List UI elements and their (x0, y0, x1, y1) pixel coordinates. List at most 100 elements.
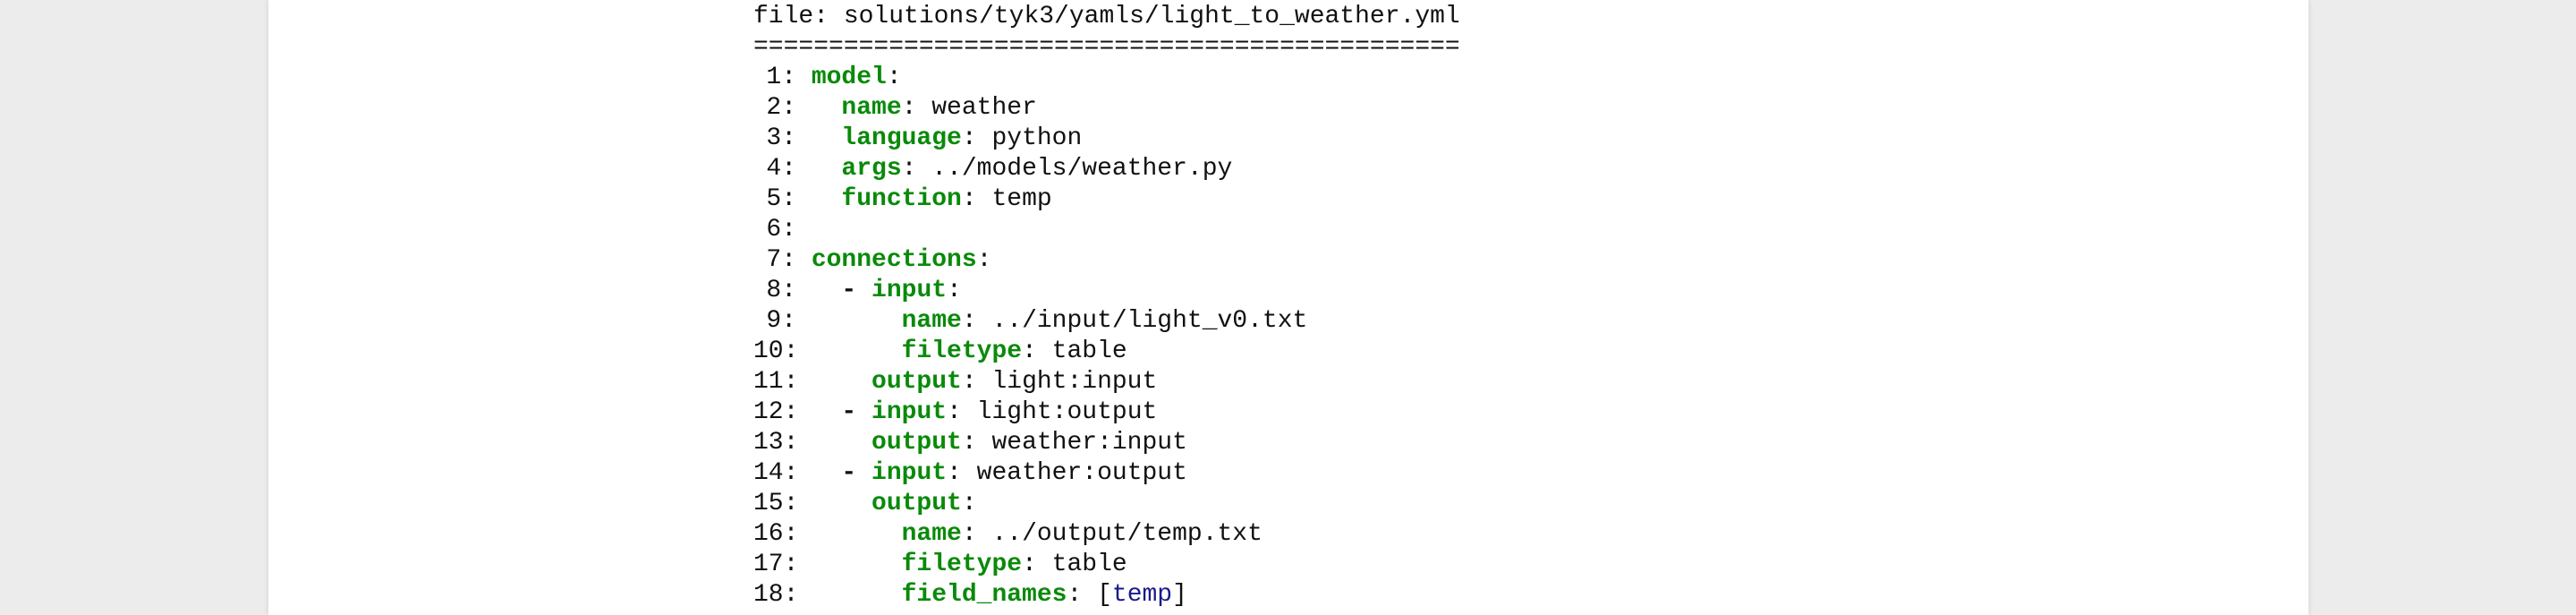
code-line: 11: output: light:input (753, 367, 1460, 397)
yaml-value: ../models/weather.py (916, 155, 1233, 183)
colon: : (947, 398, 962, 426)
line-number: 12: (753, 398, 799, 426)
colon: : (947, 459, 962, 487)
code-line: 10: filetype: table (753, 337, 1460, 367)
document-page: file: solutions/tyk3/yamls/light_to_weat… (268, 0, 2308, 615)
line-number: 10: (753, 337, 799, 365)
line-number: 15: (753, 490, 799, 517)
line-number: 7: (766, 246, 796, 274)
colon: : (961, 368, 977, 396)
yaml-key: name (901, 307, 962, 335)
line-number: 11: (753, 368, 799, 396)
code-line: 8: - input: (753, 276, 1460, 306)
code-listing: file: solutions/tyk3/yamls/light_to_weat… (753, 0, 1460, 611)
colon: : (961, 490, 977, 517)
line-number: 16: (753, 520, 799, 548)
colon: : (1022, 551, 1037, 578)
yaml-key: filetype (901, 337, 1023, 365)
code-line: 15: output: (753, 489, 1460, 519)
yaml-value: weather:output (961, 459, 1187, 487)
colon: : (1022, 337, 1037, 365)
yaml-key: input (871, 398, 948, 426)
separator-line: ========================================… (753, 33, 1460, 61)
yaml-key: field_names (901, 581, 1067, 609)
yaml-value: python (976, 124, 1083, 152)
code-line: 12: - input: light:output (753, 397, 1460, 428)
colon: : (886, 64, 902, 91)
code-lines: 1: model: 2: name: weather 3: language: py… (753, 63, 1460, 611)
line-number: 14: (753, 459, 799, 487)
yaml-key: name (841, 94, 902, 122)
yaml-key: input (871, 459, 948, 487)
yaml-key: filetype (901, 551, 1023, 578)
colon: : (976, 246, 992, 274)
yaml-key: name (901, 520, 962, 548)
list-value: temp (1111, 581, 1173, 609)
colon: : (901, 94, 917, 122)
line-number: 4: (766, 155, 796, 183)
yaml-value: ../input/light_v0.txt (976, 307, 1308, 335)
code-line: 9: name: ../input/light_v0.txt (753, 306, 1460, 337)
yaml-value: table (1036, 337, 1127, 365)
yaml-value: weather:input (976, 429, 1187, 457)
colon: : (1067, 581, 1083, 609)
colon: : (961, 124, 977, 152)
yaml-value: weather (916, 94, 1037, 122)
colon: : (947, 277, 962, 304)
line-number: 9: (766, 307, 796, 335)
yaml-key: output (871, 368, 962, 396)
line-number: 3: (766, 124, 796, 152)
yaml-key: language (841, 124, 962, 152)
line-number: 1: (766, 64, 796, 91)
code-line: 5: function: temp (753, 184, 1460, 215)
code-line: 7: connections: (753, 245, 1460, 276)
yaml-key: args (841, 155, 902, 183)
code-line: 3: language: python (753, 124, 1460, 154)
line-number: 5: (766, 185, 796, 213)
line-number: 17: (753, 551, 799, 578)
line-number: 8: (766, 277, 796, 304)
colon: : (961, 520, 977, 548)
colon: : (961, 185, 977, 213)
file-path-label: file: solutions/tyk3/yamls/light_to_weat… (753, 3, 1460, 30)
list-dash: - (841, 459, 872, 487)
line-number: 18: (753, 581, 799, 609)
yaml-value: ../output/temp.txt (976, 520, 1262, 548)
yaml-key: input (871, 277, 948, 304)
list-dash: - (841, 277, 872, 304)
code-line: 16: name: ../output/temp.txt (753, 519, 1460, 550)
colon: : (961, 429, 977, 457)
yaml-key: output (871, 429, 962, 457)
line-number: 6: (766, 216, 796, 243)
list-dash: - (841, 398, 872, 426)
code-line: 1: model: (753, 63, 1460, 93)
yaml-key: output (871, 490, 962, 517)
colon: : (961, 307, 977, 335)
yaml-value: light:input (976, 368, 1158, 396)
yaml-value-end: ] (1172, 581, 1187, 609)
code-line: 18: field_names: [temp] (753, 580, 1460, 611)
yaml-value: table (1036, 551, 1127, 578)
yaml-value: [ (1082, 581, 1112, 609)
yaml-value: light:output (961, 398, 1158, 426)
code-line: 14: - input: weather:output (753, 458, 1460, 489)
colon: : (901, 155, 917, 183)
code-line: 6: (753, 215, 1460, 245)
yaml-value: temp (976, 185, 1052, 213)
